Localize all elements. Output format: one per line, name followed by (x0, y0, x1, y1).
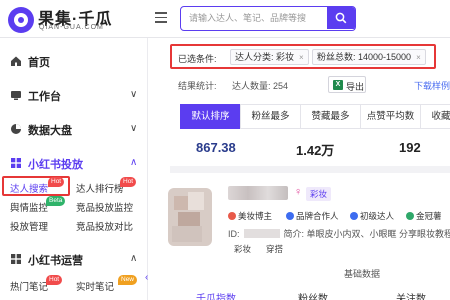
sidebar: 首页 工作台 ∨ 数据大盘 ∨ 小红书投放 ∧ 达人搜索 Hot 达人排行榜 H… (0, 38, 148, 300)
female-icon: ♀ (294, 186, 303, 198)
export-label: 导出 (346, 82, 365, 92)
chip-label: 达人分类: 彩妆 (235, 52, 295, 62)
chevron-down-icon: ∨ (130, 89, 138, 100)
sidebar-item-home[interactable]: 首页 (0, 50, 148, 72)
avatar[interactable] (168, 188, 212, 246)
stats-label: 结果统计: (178, 81, 217, 91)
home-icon (11, 56, 21, 66)
search-button[interactable] (327, 7, 355, 29)
content-tag: 彩妆 (234, 244, 252, 254)
close-icon[interactable]: × (416, 53, 421, 62)
new-badge: New (118, 275, 138, 285)
sub-item-sentiment-monitor[interactable]: 舆情监控 (10, 200, 48, 214)
results-stats: 结果统计: 达人数量: 254 X 导出 下载样例 (178, 76, 450, 96)
level-icon (350, 212, 358, 220)
tab-default-sort[interactable]: 默认排序 (180, 104, 241, 129)
sub-item-hot-notes[interactable]: 热门笔记 (10, 279, 48, 293)
sidebar-item-xhs-placement[interactable]: 小红书投放 ∧ (0, 152, 148, 174)
partner-icon (286, 212, 294, 220)
tab-avg-saves[interactable]: 收藏平均 (420, 104, 450, 129)
search-box (180, 6, 356, 31)
filter-chip-fans[interactable]: 粉丝总数: 14000-15000 × (312, 49, 426, 65)
sub-item-placement-management[interactable]: 投放管理 (10, 219, 48, 233)
sub-item-influencer-search[interactable]: 达人搜索 (10, 181, 48, 195)
excel-icon: X (333, 80, 343, 90)
hot-badge: Hot (46, 275, 63, 285)
sub-item-influencer-ranking[interactable]: 达人排行榜 (76, 181, 124, 195)
metric-qiangua-index[interactable]: 千瓜指数 (196, 290, 236, 300)
attribute-crown: 金冠薯 (406, 210, 442, 222)
download-sample-link[interactable]: 下载样例 (414, 79, 450, 92)
crown-icon (406, 212, 414, 220)
attribute-brand-partner: 品牌合作人 (286, 210, 339, 222)
filters-label: 已选条件: (178, 54, 217, 64)
logo[interactable]: 果集·千瓜 QIAN-GUA.COM (8, 5, 128, 33)
sidebar-item-label: 小红书投放 (28, 159, 83, 171)
attribute-beauty-blogger: 美妆博主 (228, 210, 272, 222)
summary-value: 1.42万 (296, 143, 335, 158)
sub-item-competitor-compare[interactable]: 竞品投放对比 (76, 219, 133, 233)
filter-chip-category[interactable]: 达人分类: 彩妆 × (230, 49, 309, 65)
profile-intro: 简介: 单眼皮小内双、小眼眶 分享眼妆教程 | (283, 229, 450, 239)
sidebar-item-label: 工作台 (28, 91, 61, 103)
workbench-icon (11, 91, 21, 100)
section-divider (170, 166, 450, 173)
metric-fans: 粉丝数 (298, 294, 328, 300)
chevron-down-icon: ∨ (130, 123, 138, 134)
summary-value: 867.38 (196, 140, 236, 155)
profile-id-row: ID: 简介: 单眼皮小内双、小眼眶 分享眼妆教程 | (228, 227, 450, 240)
sidebar-item-label: 首页 (28, 57, 50, 69)
section-title: 基础数据 (344, 269, 381, 279)
dashboard-icon (11, 124, 21, 134)
top-bar: 果集·千瓜 QIAN-GUA.COM (0, 0, 450, 38)
chip-label: 粉丝总数: 14000-15000 (317, 52, 412, 62)
beauty-icon (228, 212, 236, 220)
sub-item-competitor-monitor[interactable]: 竞品投放监控 (76, 200, 133, 214)
sort-tabs: 默认排序 粉丝最多 赞藏最多 点赞平均数 收藏平均 (180, 104, 450, 129)
metric-following: 关注数 (396, 294, 426, 300)
influencer-name-blurred[interactable] (228, 186, 288, 200)
selected-filters: 已选条件: 达人分类: 彩妆 × 粉丝总数: 14000-15000 × (170, 44, 436, 69)
search-input[interactable] (181, 7, 331, 29)
attribute-level: 初级达人 (350, 210, 394, 222)
tab-avg-likes[interactable]: 点赞平均数 (360, 104, 421, 129)
hot-badge: Hot (48, 177, 65, 187)
close-icon[interactable]: × (299, 53, 304, 62)
sidebar-item-workbench[interactable]: 工作台 ∨ (0, 84, 148, 106)
operation-icon (11, 254, 21, 264)
beta-badge: Beta (46, 196, 66, 206)
logo-subtitle: QIAN-GUA.COM (39, 24, 104, 31)
sidebar-item-label: 数据大盘 (28, 125, 72, 137)
hot-badge: Hot (120, 177, 137, 187)
chevron-up-icon: ∧ (130, 157, 138, 168)
chevron-up-icon: ∧ (130, 253, 138, 264)
main-content: 已选条件: 达人分类: 彩妆 × 粉丝总数: 14000-15000 × 结果统计:… (148, 38, 450, 300)
tab-most-likes-saves[interactable]: 赞藏最多 (300, 104, 361, 129)
sub-item-realtime-notes[interactable]: 实时笔记 (76, 279, 114, 293)
grid-icon (11, 158, 21, 168)
sidebar-item-xhs-operation[interactable]: 小红书运营 ∧ (0, 248, 148, 270)
menu-toggle-icon[interactable] (155, 12, 167, 24)
tab-most-fans[interactable]: 粉丝最多 (240, 104, 301, 129)
result-count: 达人数量: 254 (232, 81, 289, 91)
id-blurred (243, 229, 280, 238)
logo-icon (8, 7, 34, 33)
search-icon (335, 12, 347, 24)
content-tag: 穿搭 (266, 244, 284, 254)
sidebar-item-label: 小红书运营 (28, 255, 83, 267)
category-tag: 彩妆 (306, 187, 332, 201)
export-button[interactable]: X 导出 (328, 76, 366, 93)
sidebar-item-dashboard[interactable]: 数据大盘 ∨ (0, 118, 148, 140)
summary-value: 192 (399, 140, 421, 155)
